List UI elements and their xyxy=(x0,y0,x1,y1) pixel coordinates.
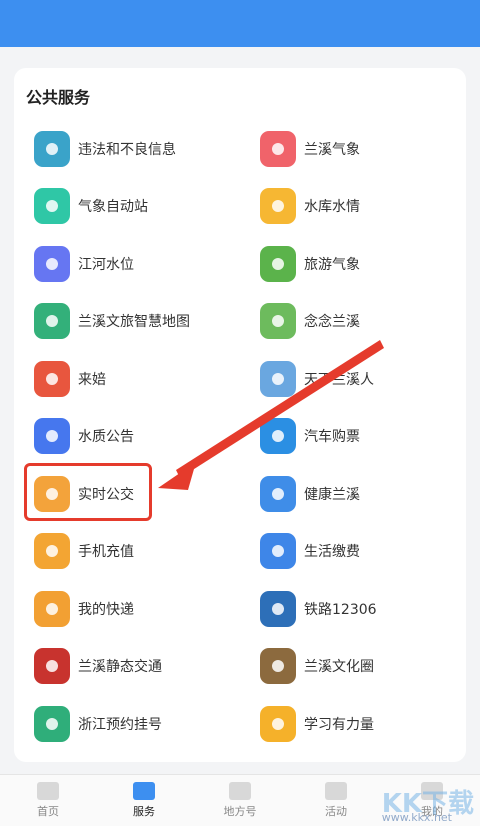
service-label: 天下兰溪人 xyxy=(304,371,374,388)
service-item[interactable]: 来婄 xyxy=(14,350,240,408)
cloud-icon xyxy=(260,130,296,167)
service-item[interactable]: 水库水情 xyxy=(240,178,466,236)
traffic-logo-icon xyxy=(34,648,70,685)
document-icon xyxy=(34,418,70,455)
service-label: 违法和不良信息 xyxy=(78,141,176,158)
service-row: 兰溪文旅智慧地图 念念兰溪 xyxy=(14,293,466,351)
service-item[interactable]: 违法和不良信息 xyxy=(14,120,240,178)
diamond-icon xyxy=(34,130,70,167)
service-item[interactable]: 汽车购票 xyxy=(240,408,466,466)
service-label: 兰溪文旅智慧地图 xyxy=(78,314,190,331)
section-title: 公共服务 xyxy=(26,88,91,107)
service-item[interactable]: 铁路12306 xyxy=(240,580,466,638)
service-label: 兰溪文化圈 xyxy=(304,659,374,676)
leaf-icon xyxy=(260,303,296,340)
service-label: 水库水情 xyxy=(304,199,360,216)
service-item[interactable]: 念念兰溪 xyxy=(240,293,466,351)
teapot-icon xyxy=(34,360,70,397)
top-bar xyxy=(0,0,480,47)
service-item[interactable]: 健康兰溪 xyxy=(240,465,466,523)
study-icon xyxy=(260,705,296,742)
map-pin-icon xyxy=(34,303,70,340)
activity-icon xyxy=(325,782,347,800)
pie-chart-icon xyxy=(260,188,296,225)
service-item[interactable]: 我的快递 xyxy=(14,580,240,638)
service-item[interactable]: 兰溪静态交通 xyxy=(14,638,240,696)
service-item[interactable]: 生活缴费 xyxy=(240,523,466,581)
service-label: 来婄 xyxy=(78,371,106,388)
service-row: 手机充值 生活缴费 xyxy=(14,523,466,581)
tourism-icon xyxy=(260,245,296,282)
home-icon xyxy=(37,782,59,800)
service-row: 气象自动站 水库水情 xyxy=(14,178,466,236)
service-label: 生活缴费 xyxy=(304,544,360,561)
service-item[interactable]: 兰溪气象 xyxy=(240,120,466,178)
health-icon xyxy=(260,475,296,512)
service-label: 浙江预约挂号 xyxy=(78,716,162,733)
tab-local[interactable]: 地方号 xyxy=(192,775,288,826)
watermark-url: www.kkx.net xyxy=(381,811,452,824)
service-label: 念念兰溪 xyxy=(304,314,360,331)
service-row: 江河水位 旅游气象 xyxy=(14,235,466,293)
railway-icon xyxy=(260,590,296,627)
service-row: 兰溪静态交通 兰溪文化圈 xyxy=(14,638,466,696)
local-icon xyxy=(229,782,251,800)
service-item[interactable]: 兰溪文旅智慧地图 xyxy=(14,293,240,351)
service-label: 健康兰溪 xyxy=(304,486,360,503)
service-item[interactable]: 旅游气象 xyxy=(240,235,466,293)
service-label: 兰溪气象 xyxy=(304,141,360,158)
service-label: 水质公告 xyxy=(78,429,134,446)
service-label: 我的快递 xyxy=(78,601,134,618)
service-item[interactable]: 浙江预约挂号 xyxy=(14,695,240,753)
service-label: 铁路12306 xyxy=(304,601,377,618)
service-item[interactable]: 学习有力量 xyxy=(240,695,466,753)
tab-label: 活动 xyxy=(325,805,347,818)
tab-heart[interactable]: 服务 xyxy=(96,775,192,826)
service-label: 气象自动站 xyxy=(78,199,148,216)
weather-station-icon xyxy=(34,188,70,225)
tab-label: 首页 xyxy=(37,805,59,818)
tab-activity[interactable]: 活动 xyxy=(288,775,384,826)
lightning-icon xyxy=(260,533,296,570)
services-grid: 违法和不良信息 兰溪气象气象自动站 水库水情江河水位 旅游气象兰溪文旅智慧地图 念念兰溪… xyxy=(14,120,466,753)
service-item[interactable]: 天下兰溪人 xyxy=(240,350,466,408)
service-row: 浙江预约挂号 学习有力量 xyxy=(14,695,466,753)
service-item[interactable]: 兰溪文化圈 xyxy=(240,638,466,696)
service-row: 来婄 天下兰溪人 xyxy=(14,350,466,408)
service-label: 旅游气象 xyxy=(304,256,360,273)
hospital-icon xyxy=(34,705,70,742)
service-item[interactable]: 手机充值 xyxy=(14,523,240,581)
service-row: 我的快递 铁路12306 xyxy=(14,580,466,638)
service-label: 汽车购票 xyxy=(304,429,360,446)
service-item[interactable]: 水质公告 xyxy=(14,408,240,466)
service-label: 兰溪静态交通 xyxy=(78,659,162,676)
service-label: 手机充值 xyxy=(78,544,134,561)
mountain-icon xyxy=(260,360,296,397)
service-row: 违法和不良信息 兰溪气象 xyxy=(14,120,466,178)
highlight-box xyxy=(24,463,152,521)
service-label: 学习有力量 xyxy=(304,716,374,733)
river-icon xyxy=(34,245,70,282)
service-item[interactable]: 江河水位 xyxy=(14,235,240,293)
service-item[interactable]: 气象自动站 xyxy=(14,178,240,236)
tab-label: 地方号 xyxy=(223,805,257,818)
delivery-icon xyxy=(34,590,70,627)
heart-icon xyxy=(133,782,155,800)
service-label: 江河水位 xyxy=(78,256,134,273)
service-row: 水质公告 汽车购票 xyxy=(14,408,466,466)
phone-icon xyxy=(34,533,70,570)
tab-label: 服务 xyxy=(133,805,155,818)
tab-home[interactable]: 首页 xyxy=(0,775,96,826)
public-services-card: 公共服务 违法和不良信息 兰溪气象气象自动站 水库水情江河水位 旅游气象兰溪文旅智慧地… xyxy=(14,68,466,762)
culture-photo-icon xyxy=(260,648,296,685)
bus-icon xyxy=(260,418,296,455)
